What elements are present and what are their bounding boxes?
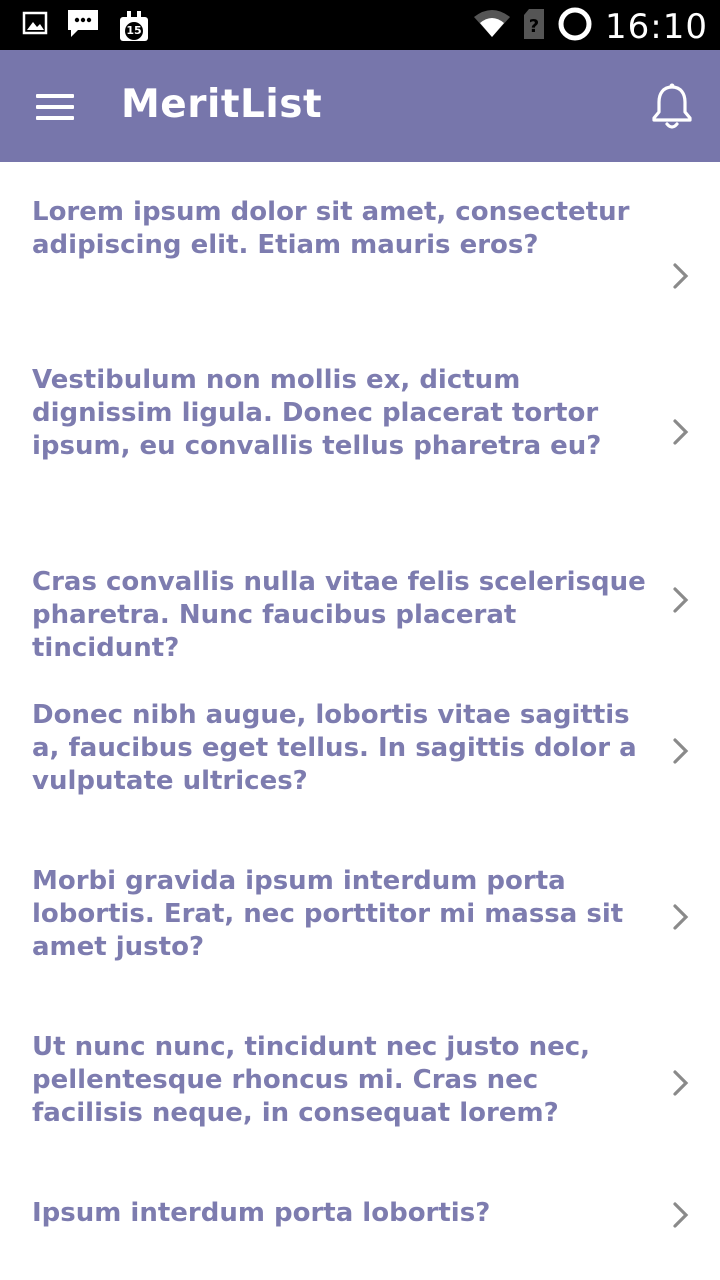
question-text: Donec nibh augue, lobortis vitae sagitti… [32,700,637,796]
chevron-right-icon [673,738,689,764]
list-item[interactable]: Morbi gravida ipsum interdum porta lobor… [0,863,720,973]
no-sim-icon: ? [523,8,545,45]
calendar-day: 15 [126,23,142,37]
system-icons: ? 16:10 [473,6,708,47]
image-icon [22,10,48,41]
chat-icon [66,8,100,43]
question-text: Cras convallis nulla vitae felis sceleri… [32,567,646,663]
menu-button[interactable] [36,90,76,122]
svg-text:?: ? [529,16,539,37]
sync-icon [557,6,593,47]
chevron-right-icon [673,1202,689,1228]
list-item[interactable]: Ipsum interdum porta lobortis? [0,1195,720,1245]
question-text: Ipsum interdum porta lobortis? [32,1198,491,1228]
wifi-icon [473,9,511,44]
page-title: MeritList [121,82,323,127]
question-text: Vestibulum non mollis ex, dictum digniss… [32,365,602,461]
list-item[interactable]: Cras convallis nulla vitae felis sceleri… [0,564,720,663]
app-bar: MeritList [0,50,720,162]
question-text: Ut nunc nunc, tincidunt nec justo nec, p… [32,1032,591,1128]
list-item[interactable]: Ut nunc nunc, tincidunt nec justo nec, p… [0,1029,720,1139]
menu-icon [36,94,74,98]
list-item[interactable]: Lorem ipsum dolor sit amet, consectetur … [0,192,720,289]
chevron-right-icon [673,587,689,613]
status-bar: 15 ? 16:10 [0,0,720,50]
bell-icon [650,83,694,136]
question-text: Morbi gravida ipsum interdum porta lobor… [32,866,624,962]
notifications-button[interactable] [650,82,694,132]
calendar-icon: 15 [118,10,150,42]
question-text: Lorem ipsum dolor sit amet, consectetur … [32,197,630,260]
clock: 16:10 [605,6,708,47]
chevron-right-icon [673,419,689,445]
chevron-right-icon [673,263,689,289]
list-item[interactable]: Donec nibh augue, lobortis vitae sagitti… [0,697,720,807]
notification-icons: 15 [22,8,150,43]
list-item[interactable]: Vestibulum non mollis ex, dictum digniss… [0,362,720,472]
chevron-right-icon [673,904,689,930]
chevron-right-icon [673,1070,689,1096]
